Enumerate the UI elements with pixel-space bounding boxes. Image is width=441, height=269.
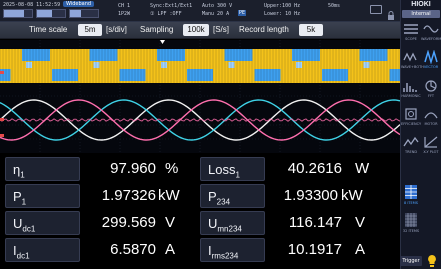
side-button-trend[interactable]: TREND [401,135,421,159]
measure-unit-loss1: W [355,160,370,177]
pwm-blue-block [187,69,213,81]
time-scale-label: Time scale [29,25,68,34]
trigger-indicator[interactable]: Trigger [400,256,422,266]
measure-label-irms234[interactable]: Irms234 [200,238,265,262]
grid-32-icon [405,213,417,227]
pwm-blue-block [89,49,118,61]
pwm-blue-block [322,69,348,81]
wave-both-icon [403,52,417,62]
motor-icon [424,112,438,119]
record-length-label: Record length [239,25,289,34]
lpf-status: ① LPF :OFF [150,11,182,17]
measure-unit-eta1: % [165,160,179,177]
measure-unit-p234: kW [341,187,363,204]
measure-value-irms234: 10.1917 [287,241,342,258]
side-button-motor[interactable]: MOTOR [421,107,441,131]
waveform-plot [0,40,400,153]
channel-marker-2 [0,118,4,121]
harmonic-icon [403,83,417,92]
internal-badge: Internal [402,10,440,18]
pwm-blue-block [119,69,146,81]
trigger-position-marker [160,40,165,44]
time-scale-unit: [s/div] [106,25,127,34]
xy-plot-icon [424,136,438,148]
side-button-waveform[interactable]: WAVEFORM [421,22,441,46]
measure-value-idc1: 6.5870 [110,241,156,258]
measure-unit-idc1: A [165,241,176,258]
record-length-field[interactable]: 5k [299,24,323,36]
side-button-vector[interactable]: VECTOR [421,50,441,74]
time-scale-field[interactable]: 5m [78,24,102,36]
sampling-unit: [S/s] [213,25,230,34]
waveform-display[interactable] [0,40,400,153]
pwm-waveform [0,49,400,83]
fft-icon [425,80,437,92]
side-button-scope[interactable]: SCOPE [401,22,421,46]
pwm-blue-block [254,69,281,81]
side-button-8-items[interactable]: 8 ITEMS [401,184,421,208]
measure-label-eta1[interactable]: η1 [5,157,80,181]
sampling-field[interactable]: 100k [183,24,209,36]
measure-value-p234: 1.93300 [283,187,338,204]
lock-icon [386,5,396,20]
channel: CH 1 [118,3,131,9]
side-button-32-items[interactable]: 32 ITEMS [401,212,421,236]
pwm-highlight [228,62,235,68]
pe-badge: PE [238,10,247,16]
side-button-fft[interactable]: FFT [421,79,441,103]
voltage-range: Auto 300 V [202,3,233,9]
wiring: 1P2W [118,11,131,17]
measure-value-p1: 1.97326 [101,187,156,204]
side-button-harmonic[interactable]: HARMONIC [401,79,421,103]
grid-8-icon [405,185,417,199]
side-button-wave-both[interactable]: WAVE+BOTH [401,50,424,74]
current-range: Manu 20 A [202,11,230,17]
vector-icon [424,50,438,64]
measure-value-udc1: 299.569 [101,214,156,231]
measure-value-loss1: 40.2616 [287,160,342,177]
side-button-efficiency[interactable]: EFFICIENCY [401,107,421,131]
sync-source: Sync:Ext1/Ext1 [150,3,193,9]
pwm-blue-block [359,49,388,61]
measure-unit-p1: kW [158,187,180,204]
side-button-x-y-plot[interactable]: X-Y PLOT [421,135,441,159]
measure-unit-udc1: V [165,214,176,231]
sampling-label: Sampling [140,25,174,34]
pwm-highlight [93,62,100,68]
voltage-gauge [3,9,33,18]
pwm-blue-block [224,49,253,61]
current-gauge [36,9,66,18]
measure-label-idc1[interactable]: Idc1 [5,238,80,262]
measure-value-eta1: 97.960 [110,160,156,177]
datetime: 2025-08-08 11:52:59 [3,2,61,8]
pwm-blue-block [389,69,400,81]
dc-ripple-line [0,118,400,122]
acquisition-settings: Time scale 5m [s/div] Sampling 100k [S/s… [0,22,400,39]
brand-logo: HIOKI [411,1,431,8]
measure-value-umn234: 116.147 [288,214,342,231]
measure-label-p234[interactable]: P234 [200,184,265,208]
channel-marker-1 [0,71,4,74]
measure-unit-umn234: V [355,214,366,231]
power-gauge [69,9,99,18]
upper-freq: Upper:100 Hz [264,3,301,9]
data-rate: 50ms [328,3,341,9]
measure-label-udc1[interactable]: Udc1 [5,211,80,235]
pwm-highlight [363,62,370,68]
channel-marker-3 [0,134,4,137]
measure-label-p1[interactable]: P1 [5,184,80,208]
measure-label-loss1[interactable]: Loss1 [200,157,265,181]
trend-icon [403,136,419,147]
storage-icon [370,5,382,14]
status-bar: 2025-08-08 11:52:59 Wideband CH 1 1P2W S… [0,0,400,22]
measure-label-umn234[interactable]: Umn234 [200,211,265,235]
efficiency-icon [405,108,417,120]
wideband-badge: Wideband [63,1,95,7]
lower-freq: Lower: 10 Hz [264,11,301,17]
waveform-icon [423,25,439,33]
pwm-blue-block [52,69,78,81]
scope-icon [404,24,418,34]
bulb-icon [426,253,438,267]
measure-unit-irms234: A [355,241,366,258]
